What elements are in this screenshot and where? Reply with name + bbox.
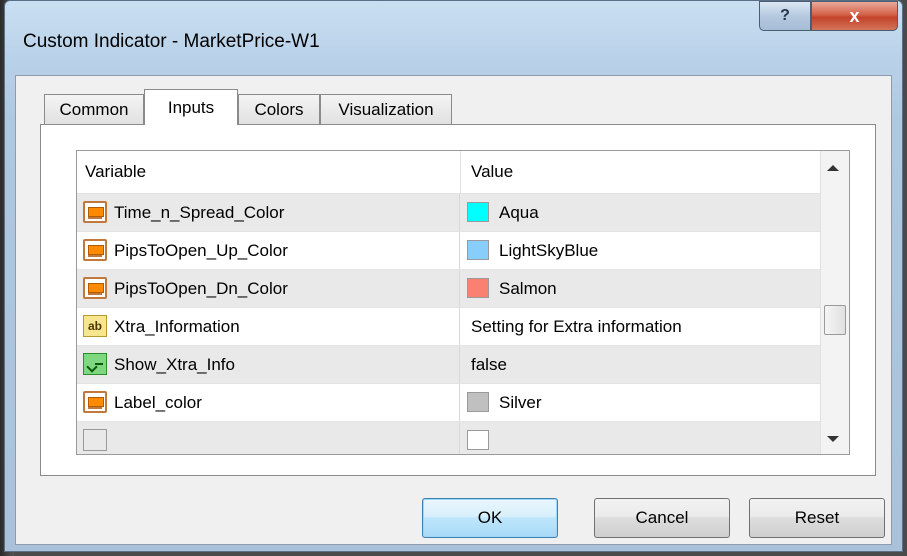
variable-name: Xtra_Information bbox=[114, 317, 240, 336]
inputs-grid[interactable]: Variable Value Time_n_Spread_Color Aqua bbox=[76, 150, 850, 455]
grid-header: Variable Value bbox=[77, 151, 848, 194]
variable-cell: Show_Xtra_Info bbox=[77, 346, 460, 383]
color-input-icon bbox=[83, 429, 107, 451]
tab-inputs[interactable]: Inputs bbox=[144, 89, 238, 125]
variable-cell: ab Xtra_Information bbox=[77, 308, 460, 345]
scroll-down-icon[interactable] bbox=[827, 436, 839, 442]
custom-indicator-dialog: Custom Indicator - MarketPrice-W1 ? x Co… bbox=[4, 0, 903, 552]
variable-cell: PipsToOpen_Dn_Color bbox=[77, 270, 460, 307]
color-swatch bbox=[467, 202, 489, 222]
variable-cell bbox=[77, 422, 460, 454]
variable-name: PipsToOpen_Up_Color bbox=[114, 241, 288, 260]
value-text: LightSkyBlue bbox=[499, 241, 599, 260]
value-text: Silver bbox=[499, 393, 542, 412]
bool-input-icon bbox=[83, 353, 107, 375]
close-icon: x bbox=[849, 5, 860, 26]
value-cell[interactable]: Silver bbox=[461, 384, 848, 421]
color-input-icon bbox=[83, 239, 107, 261]
cancel-button[interactable]: Cancel bbox=[594, 498, 730, 538]
table-row[interactable]: Label_color Silver bbox=[77, 384, 848, 422]
color-swatch bbox=[467, 392, 489, 412]
color-swatch bbox=[467, 430, 489, 450]
table-row-partial[interactable] bbox=[77, 422, 848, 454]
table-row[interactable]: Show_Xtra_Info false bbox=[77, 346, 848, 384]
value-cell[interactable]: Salmon bbox=[461, 270, 848, 307]
value-cell[interactable]: false bbox=[461, 346, 848, 383]
value-text: Setting for Extra information bbox=[471, 317, 682, 336]
tab-label: Common bbox=[59, 99, 129, 119]
value-text: false bbox=[471, 355, 507, 374]
ok-button[interactable]: OK bbox=[422, 498, 558, 538]
close-button[interactable]: x bbox=[811, 1, 898, 31]
variable-name: Label_color bbox=[114, 393, 202, 412]
scroll-up-icon[interactable] bbox=[827, 165, 839, 171]
inputs-tab-panel: Variable Value Time_n_Spread_Color Aqua bbox=[40, 124, 876, 476]
tab-label: Visualization bbox=[338, 99, 434, 119]
color-swatch bbox=[467, 278, 489, 298]
color-input-icon bbox=[83, 277, 107, 299]
value-text: Salmon bbox=[499, 279, 557, 298]
tab-label: Inputs bbox=[167, 97, 215, 117]
tab-label: Colors bbox=[254, 99, 304, 119]
value-cell[interactable]: LightSkyBlue bbox=[461, 232, 848, 269]
variable-name: Time_n_Spread_Color bbox=[114, 203, 285, 222]
value-cell[interactable]: Setting for Extra information bbox=[461, 308, 848, 345]
column-header-value[interactable]: Value bbox=[471, 151, 513, 193]
color-swatch bbox=[467, 240, 489, 260]
color-input-icon bbox=[83, 391, 107, 413]
scroll-thumb[interactable] bbox=[824, 305, 846, 335]
table-row[interactable]: PipsToOpen_Up_Color LightSkyBlue bbox=[77, 232, 848, 270]
table-row[interactable]: PipsToOpen_Dn_Color Salmon bbox=[77, 270, 848, 308]
dialog-client-area: Common Inputs Colors Visualization Varia… bbox=[15, 75, 892, 545]
vertical-scrollbar[interactable] bbox=[820, 151, 849, 454]
variable-name: PipsToOpen_Dn_Color bbox=[114, 279, 288, 298]
variable-name: Show_Xtra_Info bbox=[114, 355, 235, 374]
tab-common[interactable]: Common bbox=[44, 94, 144, 124]
value-cell[interactable] bbox=[461, 422, 848, 454]
help-button[interactable]: ? bbox=[759, 1, 811, 31]
table-row[interactable]: Time_n_Spread_Color Aqua bbox=[77, 194, 848, 232]
variable-cell: Label_color bbox=[77, 384, 460, 421]
variable-cell: Time_n_Spread_Color bbox=[77, 194, 460, 231]
column-divider[interactable] bbox=[460, 151, 461, 193]
column-header-variable[interactable]: Variable bbox=[85, 151, 146, 193]
reset-button[interactable]: Reset bbox=[749, 498, 885, 538]
help-icon: ? bbox=[780, 7, 790, 24]
title-bar[interactable]: Custom Indicator - MarketPrice-W1 ? x bbox=[5, 1, 902, 55]
variable-cell: PipsToOpen_Up_Color bbox=[77, 232, 460, 269]
value-cell[interactable]: Aqua bbox=[461, 194, 848, 231]
value-text: Aqua bbox=[499, 203, 539, 222]
tab-visualization[interactable]: Visualization bbox=[320, 94, 452, 124]
dialog-title: Custom Indicator - MarketPrice-W1 bbox=[23, 31, 320, 52]
tab-colors[interactable]: Colors bbox=[238, 94, 320, 124]
string-input-icon: ab bbox=[83, 315, 107, 337]
color-input-icon bbox=[83, 201, 107, 223]
table-row[interactable]: ab Xtra_Information Setting for Extra in… bbox=[77, 308, 848, 346]
